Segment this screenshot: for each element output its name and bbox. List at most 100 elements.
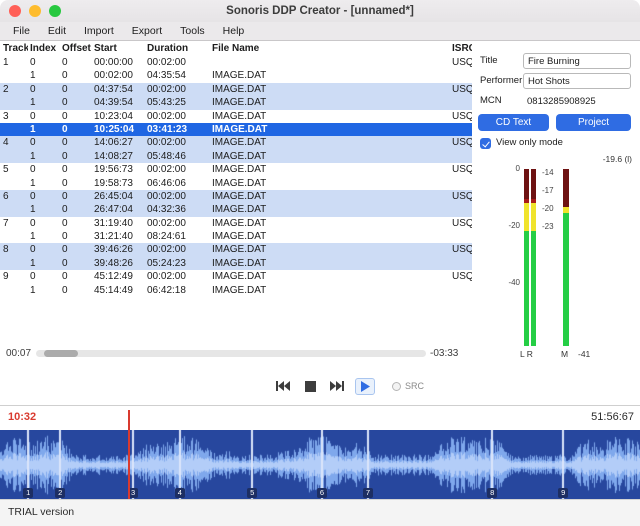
play-icon — [360, 381, 370, 392]
stop-button[interactable] — [301, 378, 319, 394]
track-marker[interactable]: 5 — [247, 488, 257, 498]
table-row[interactable]: 1000:02:0004:35:54IMAGE.DAT — [0, 69, 472, 82]
cell-duration: 00:02:00 — [145, 136, 210, 149]
project-button[interactable]: Project — [556, 114, 631, 131]
src-indicator[interactable]: SRC — [392, 381, 424, 391]
cell-duration: 06:42:18 — [145, 284, 210, 297]
title-field[interactable] — [523, 53, 631, 69]
cell-start: 45:12:49 — [92, 270, 145, 283]
col-header-isrc[interactable]: ISRC — [450, 41, 472, 56]
cd-text-button[interactable]: CD Text — [478, 114, 549, 131]
meter-lr-label: L R — [520, 349, 533, 359]
table-row[interactable]: 1010:25:0403:41:23IMAGE.DAT — [0, 123, 472, 136]
col-header-index[interactable]: Index — [28, 41, 60, 56]
close-button[interactable] — [9, 5, 21, 17]
menu-help[interactable]: Help — [214, 23, 254, 39]
cell-duration: 00:02:00 — [145, 163, 210, 176]
cell-duration: 00:02:00 — [145, 270, 210, 283]
menu-import[interactable]: Import — [75, 23, 123, 39]
menu-edit[interactable]: Edit — [39, 23, 75, 39]
meter-peak-readout: -19.6 (l) — [603, 154, 632, 164]
table-row[interactable]: 1031:21:4008:24:61IMAGE.DAT — [0, 230, 472, 243]
track-marker[interactable]: 7 — [363, 488, 373, 498]
play-button[interactable] — [355, 378, 375, 395]
cell-index: 0 — [28, 56, 60, 69]
table-row[interactable]: 40014:06:2700:02:00IMAGE.DATUSQ — [0, 136, 472, 149]
table-row[interactable]: 30010:23:0400:02:00IMAGE.DATUSQ — [0, 110, 472, 123]
col-header-offset[interactable]: Offset — [60, 41, 92, 56]
cell-index: 0 — [28, 163, 60, 176]
cell-file: IMAGE.DAT — [210, 190, 450, 203]
table-row[interactable]: 1004:39:5405:43:25IMAGE.DAT — [0, 96, 472, 109]
cell-isrc: USQ — [450, 217, 472, 230]
table-row[interactable]: 1045:14:4906:42:18IMAGE.DAT — [0, 284, 472, 297]
table-row[interactable]: 1026:47:0404:32:36IMAGE.DAT — [0, 203, 472, 216]
track-marker[interactable]: 9 — [558, 488, 568, 498]
cell-offset: 0 — [60, 69, 92, 82]
cell-track: 2 — [0, 83, 28, 96]
menu-export[interactable]: Export — [123, 23, 171, 39]
table-row[interactable]: 10000:00:0000:02:00USQ — [0, 56, 472, 69]
cell-track — [0, 123, 28, 136]
zone-scale-23: -23 — [542, 222, 562, 231]
table-row[interactable]: 50019:56:7300:02:00IMAGE.DATUSQ — [0, 163, 472, 176]
track-marker[interactable]: 2 — [55, 488, 65, 498]
cell-isrc — [450, 230, 472, 243]
cell-track: 6 — [0, 190, 28, 203]
table-row[interactable]: 90045:12:4900:02:00IMAGE.DATUSQ — [0, 270, 472, 283]
zoom-button[interactable] — [49, 5, 61, 17]
cell-start: 14:06:27 — [92, 136, 145, 149]
cell-duration: 00:02:00 — [145, 190, 210, 203]
next-track-button[interactable] — [328, 378, 346, 394]
track-marker[interactable]: 8 — [487, 488, 497, 498]
table-row[interactable]: 80039:46:2600:02:00IMAGE.DATUSQ — [0, 243, 472, 256]
performer-field[interactable] — [523, 73, 631, 89]
cell-start: 14:08:27 — [92, 150, 145, 163]
cell-offset: 0 — [60, 96, 92, 109]
src-label: SRC — [405, 381, 424, 391]
cell-index: 0 — [28, 110, 60, 123]
mcn-field[interactable] — [523, 93, 631, 109]
cell-offset: 0 — [60, 203, 92, 216]
cell-offset: 0 — [60, 163, 92, 176]
menu-file[interactable]: File — [4, 23, 39, 39]
window-title: Sonoris DDP Creator - [unnamed*] — [0, 0, 640, 22]
cell-offset: 0 — [60, 123, 92, 136]
level-meter-mono — [563, 169, 569, 346]
cell-isrc: USQ — [450, 163, 472, 176]
seek-slider[interactable] — [36, 350, 426, 357]
waveform-strip: 123456789 — [0, 430, 640, 500]
seek-thumb[interactable] — [44, 350, 78, 357]
cell-offset: 0 — [60, 83, 92, 96]
track-marker[interactable]: 1 — [23, 488, 33, 498]
table-row[interactable]: 1019:58:7306:46:06IMAGE.DAT — [0, 177, 472, 190]
cell-duration: 00:02:00 — [145, 56, 210, 69]
table-row[interactable]: 60026:45:0400:02:00IMAGE.DATUSQ — [0, 190, 472, 203]
previous-track-button[interactable] — [274, 378, 292, 394]
col-header-track[interactable]: Track — [0, 41, 28, 56]
track-marker[interactable]: 4 — [175, 488, 185, 498]
time-remaining: -03:33 — [430, 348, 458, 359]
track-marker[interactable]: 6 — [317, 488, 327, 498]
minimize-button[interactable] — [29, 5, 41, 17]
cell-track: 4 — [0, 136, 28, 149]
col-header-filename[interactable]: File Name — [210, 41, 450, 56]
table-row[interactable]: 1014:08:2705:48:46IMAGE.DAT — [0, 150, 472, 163]
table-row[interactable]: 20004:37:5400:02:00IMAGE.DATUSQ — [0, 83, 472, 96]
playhead-line[interactable] — [128, 410, 130, 499]
cell-file: IMAGE.DAT — [210, 110, 450, 123]
cell-file: IMAGE.DAT — [210, 150, 450, 163]
table-row[interactable]: 70031:19:4000:02:00IMAGE.DATUSQ — [0, 217, 472, 230]
view-only-checkbox[interactable] — [480, 138, 491, 149]
table-row[interactable]: 1039:48:2605:24:23IMAGE.DAT — [0, 257, 472, 270]
menu-tools[interactable]: Tools — [171, 23, 214, 39]
col-header-duration[interactable]: Duration — [145, 41, 210, 56]
cell-isrc — [450, 96, 472, 109]
cell-isrc: USQ — [450, 190, 472, 203]
level-meter-right — [531, 169, 536, 346]
view-only-label: View only mode — [496, 137, 563, 148]
col-header-start[interactable]: Start — [92, 41, 145, 56]
cell-offset: 0 — [60, 177, 92, 190]
track-table-body: 10000:00:0000:02:00USQ1000:02:0004:35:54… — [0, 56, 472, 297]
skip-back-icon — [275, 380, 291, 392]
